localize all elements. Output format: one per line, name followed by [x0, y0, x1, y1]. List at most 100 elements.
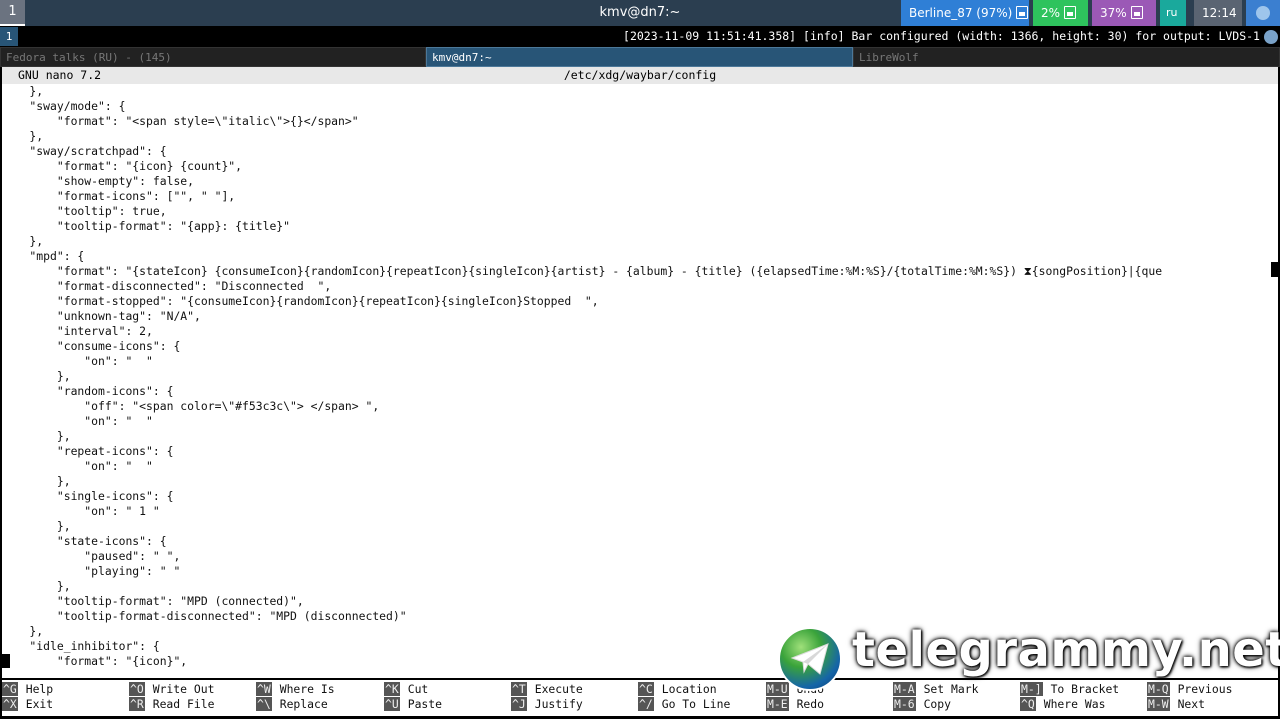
code-line: "format-stopped": "{consumeIcon}{randomI… [2, 294, 599, 308]
shortcut-item[interactable]: M-U Undo [766, 682, 824, 697]
memory-module[interactable]: 37% [1092, 0, 1156, 26]
shortcut-key: ^O [129, 682, 145, 696]
shortcut-key: ^G [2, 682, 18, 696]
tab-terminal[interactable]: kmv@dn7:~ [426, 47, 853, 67]
shortcut-item[interactable]: M-] To Bracket [1020, 682, 1119, 697]
shortcut-key: M-E [766, 697, 789, 711]
shortcut-item[interactable]: M-Q Previous [1147, 682, 1232, 697]
shortcut-label: Read File [152, 697, 215, 711]
code-line: "unknown-tag": "N/A", [2, 309, 201, 323]
window-title: kmv@dn7:~ [599, 5, 681, 20]
shortcut-item[interactable]: M-E Redo [766, 697, 824, 712]
tray-module[interactable] [1246, 0, 1280, 26]
network-module[interactable]: Berline_87 (97%) [901, 0, 1029, 26]
code-line: "tooltip-format-disconnected": "MPD (dis… [2, 609, 407, 623]
shortcut-item[interactable]: ^T Execute [511, 682, 583, 697]
code-line: }, [2, 429, 71, 443]
code-line: "on": " " [2, 459, 153, 473]
shortcut-key: ^W [256, 682, 272, 696]
wifi-icon [1016, 6, 1029, 19]
code-line: }, [2, 579, 71, 593]
waybar: 1 kmv@dn7:~ Berline_87 (97%) 2% 37% ru 1… [0, 0, 1280, 26]
shortcut-item[interactable]: ^Q Where Was [1020, 697, 1105, 712]
shortcut-item[interactable]: ^J Justify [511, 697, 583, 712]
clock-module[interactable]: 12:14 [1194, 0, 1242, 26]
code-line: "sway/mode": { [2, 99, 126, 113]
shortcut-key: ^C [638, 682, 654, 696]
shortcut-item[interactable]: ^/ Go To Line [638, 697, 730, 712]
cpu-label: 2% [1041, 6, 1061, 20]
code-line: "format": "{icon} {count}", [2, 159, 243, 173]
shortcut-item[interactable]: ^R Read File [129, 697, 214, 712]
memory-label: 37% [1100, 6, 1127, 20]
editor-area[interactable]: }, "sway/mode": { "format": "<span style… [2, 84, 1278, 678]
shortcut-key: M-A [893, 682, 916, 696]
shortcut-key: M-U [766, 682, 789, 696]
shortcut-key: ^X [2, 697, 18, 711]
shortcut-label: Write Out [152, 682, 215, 696]
cpu-icon [1064, 6, 1077, 19]
text-cursor [2, 654, 10, 668]
code-line: "tooltip-format": "{app}: {title}" [2, 219, 291, 233]
cpu-module[interactable]: 2% [1033, 0, 1088, 26]
shortcut-key: M-W [1147, 697, 1170, 711]
memory-icon [1130, 6, 1143, 19]
code-line: "format": "{stateIcon} {consumeIcon}{ran… [2, 264, 1163, 278]
log-message: [2023-11-09 11:51:41.358] [info] Bar con… [623, 29, 1260, 43]
code-line: }, [2, 624, 44, 638]
code-line: "single-icons": { [2, 489, 174, 503]
shortcut-key: ^T [511, 682, 527, 696]
nano-title-bar: GNU nano 7.2 /etc/xdg/waybar/config [2, 67, 1278, 84]
shortcut-item[interactable]: ^O Write Out [129, 682, 214, 697]
shortcut-label: Execute [534, 682, 583, 696]
code-line: "interval": 2, [2, 324, 153, 338]
code-line: "random-icons": { [2, 384, 174, 398]
shortcut-key: ^U [384, 697, 400, 711]
tab-librewolf[interactable]: LibreWolf [853, 47, 1280, 67]
code-line: "sway/scratchpad": { [2, 144, 167, 158]
tab-fedora-talks[interactable]: Fedora talks (RU) - (145) [0, 47, 426, 67]
code-line: "off": "<span color=\"#f53c3c\"> </span>… [2, 399, 380, 413]
language-label: ru [1166, 6, 1178, 19]
code-line: "show-empty": false, [2, 174, 195, 188]
code-line: "playing": " " [2, 564, 181, 578]
shortcut-label: Next [1177, 697, 1206, 711]
shortcut-label: Help [25, 682, 54, 696]
shortcut-item[interactable]: ^K Cut [384, 682, 428, 697]
shortcut-item[interactable]: ^\ Replace [256, 697, 328, 712]
shortcut-label: Copy [923, 697, 952, 711]
shortcut-item[interactable]: ^W Where Is [256, 682, 335, 697]
shortcut-label: Exit [25, 697, 54, 711]
shortcut-item[interactable]: M-6 Copy [893, 697, 951, 712]
shortcut-label: To Bracket [1050, 682, 1120, 696]
network-label: Berline_87 (97%) [909, 6, 1013, 20]
shortcut-bar: ^G Help ^X Exit ^O Write Out ^R Read File ^W Wher… [2, 680, 1278, 716]
shortcut-item[interactable]: ^X Exit [2, 697, 53, 712]
terminal-status-line: 1 [2023-11-09 11:51:41.358] [info] Bar c… [0, 27, 1280, 46]
status-tray-icon[interactable] [1264, 30, 1278, 44]
shortcut-item[interactable]: ^U Paste [384, 697, 442, 712]
app-tray-icon[interactable] [1256, 6, 1270, 20]
shortcut-label: Where Is [279, 682, 335, 696]
shortcut-label: Where Was [1043, 697, 1106, 711]
shortcut-label: Replace [279, 697, 328, 711]
shortcut-item[interactable]: ^C Location [638, 682, 717, 697]
status-workspace-indicator[interactable]: 1 [0, 27, 18, 46]
shortcut-key: ^K [384, 682, 400, 696]
window-tab-bar: Fedora talks (RU) - (145) kmv@dn7:~ Libr… [0, 47, 1280, 67]
code-line: }, [2, 474, 71, 488]
shortcut-label: Go To Line [661, 697, 731, 711]
workspace-button[interactable]: 1 [0, 0, 25, 26]
shortcut-item[interactable]: M-W Next [1147, 697, 1205, 712]
shortcut-item[interactable]: M-A Set Mark [893, 682, 978, 697]
shortcut-label: Set Mark [923, 682, 979, 696]
code-line: }, [2, 369, 71, 383]
shortcut-key: M-Q [1147, 682, 1170, 696]
shortcut-key: M-] [1020, 682, 1043, 696]
shortcut-key: ^\ [256, 697, 272, 711]
language-module[interactable]: ru [1160, 0, 1186, 26]
code-line: "mpd": { [2, 249, 85, 263]
shortcut-item[interactable]: ^G Help [2, 682, 53, 697]
shortcut-label: Cut [407, 682, 429, 696]
shortcut-label: Redo [796, 697, 825, 711]
